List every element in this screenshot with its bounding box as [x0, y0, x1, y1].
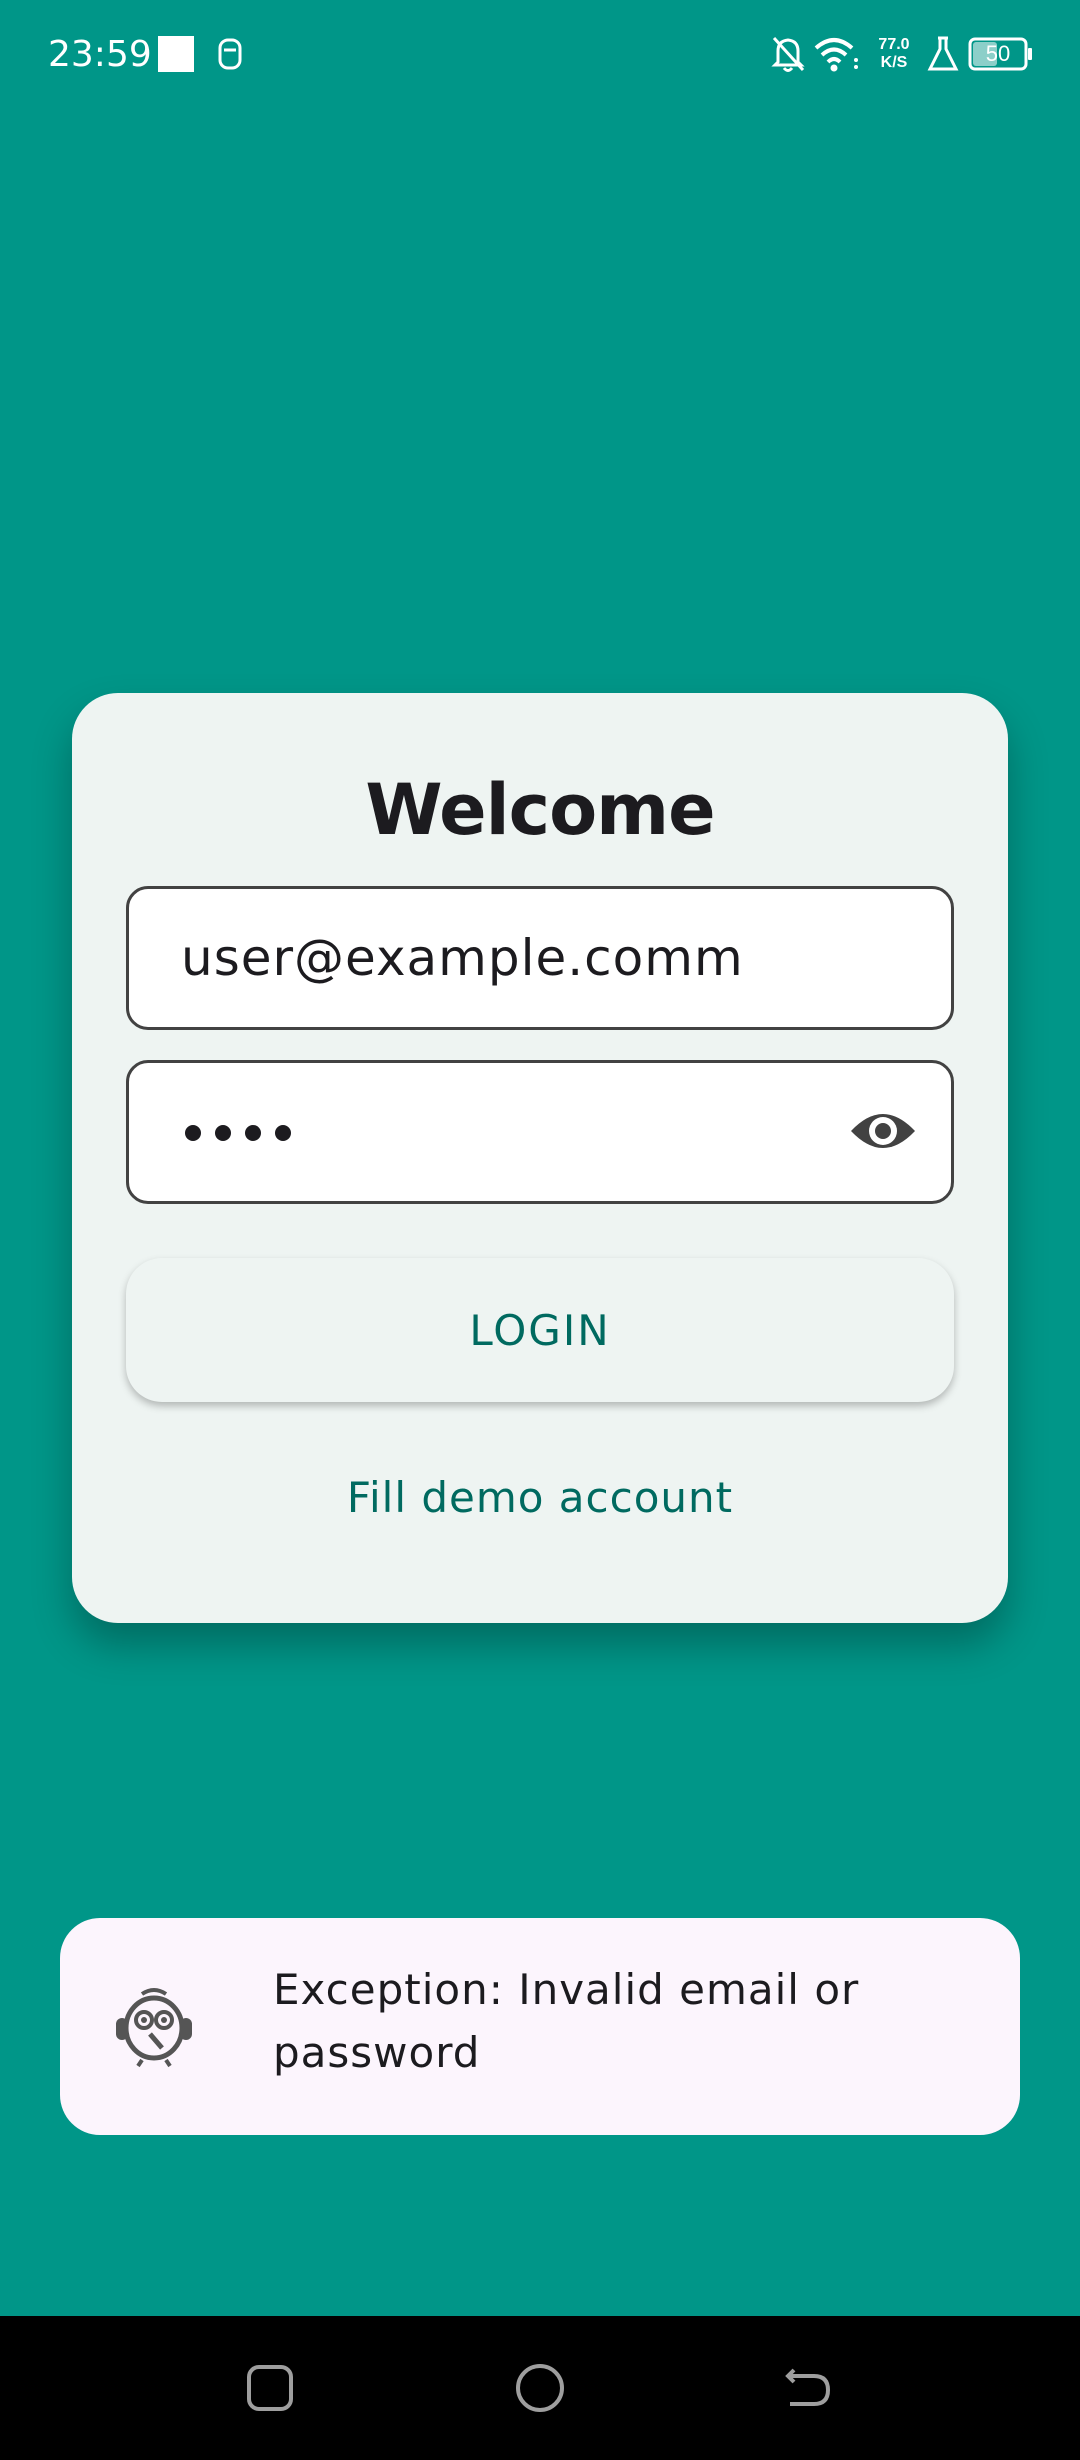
battery-level: 50	[985, 41, 1011, 66]
status-bar: 23:59 77.0 K/S 50	[0, 0, 1080, 110]
navigation-bar	[0, 2316, 1080, 2460]
password-dot	[245, 1125, 261, 1141]
bird-mascot-icon	[112, 1984, 196, 2068]
snackbar-message: Exception: Invalid email or password	[273, 1965, 860, 2077]
password-dot	[275, 1125, 291, 1141]
fill-demo-account-link[interactable]: Fill demo account	[0, 1468, 1080, 1528]
notification-square-icon	[158, 36, 194, 72]
home-icon[interactable]	[512, 2360, 568, 2416]
sim-icon	[216, 36, 244, 72]
password-field[interactable]	[126, 1060, 954, 1204]
network-speed: 77.0 K/S	[872, 36, 916, 72]
login-button[interactable]: LOGIN	[126, 1258, 954, 1402]
password-dot	[215, 1125, 231, 1141]
page-title: Welcome	[365, 769, 715, 851]
status-time: 23:59	[48, 34, 152, 75]
flask-icon	[926, 34, 960, 74]
network-speed-value: 77.0	[878, 36, 910, 53]
back-icon[interactable]	[780, 2360, 836, 2416]
email-value[interactable]: user@example.comm	[181, 889, 744, 1027]
battery-icon: 50	[968, 36, 1034, 72]
eye-icon[interactable]	[849, 1103, 917, 1159]
password-masked-value[interactable]	[185, 1115, 291, 1151]
error-snackbar: Exception: Invalid email or password	[60, 1918, 1020, 2135]
wifi-icon	[812, 34, 860, 74]
email-field[interactable]: user@example.comm	[126, 886, 954, 1030]
network-speed-unit: K/S	[880, 54, 908, 71]
bell-off-icon	[770, 34, 806, 74]
password-dot	[185, 1125, 201, 1141]
recent-apps-icon[interactable]	[242, 2360, 298, 2416]
